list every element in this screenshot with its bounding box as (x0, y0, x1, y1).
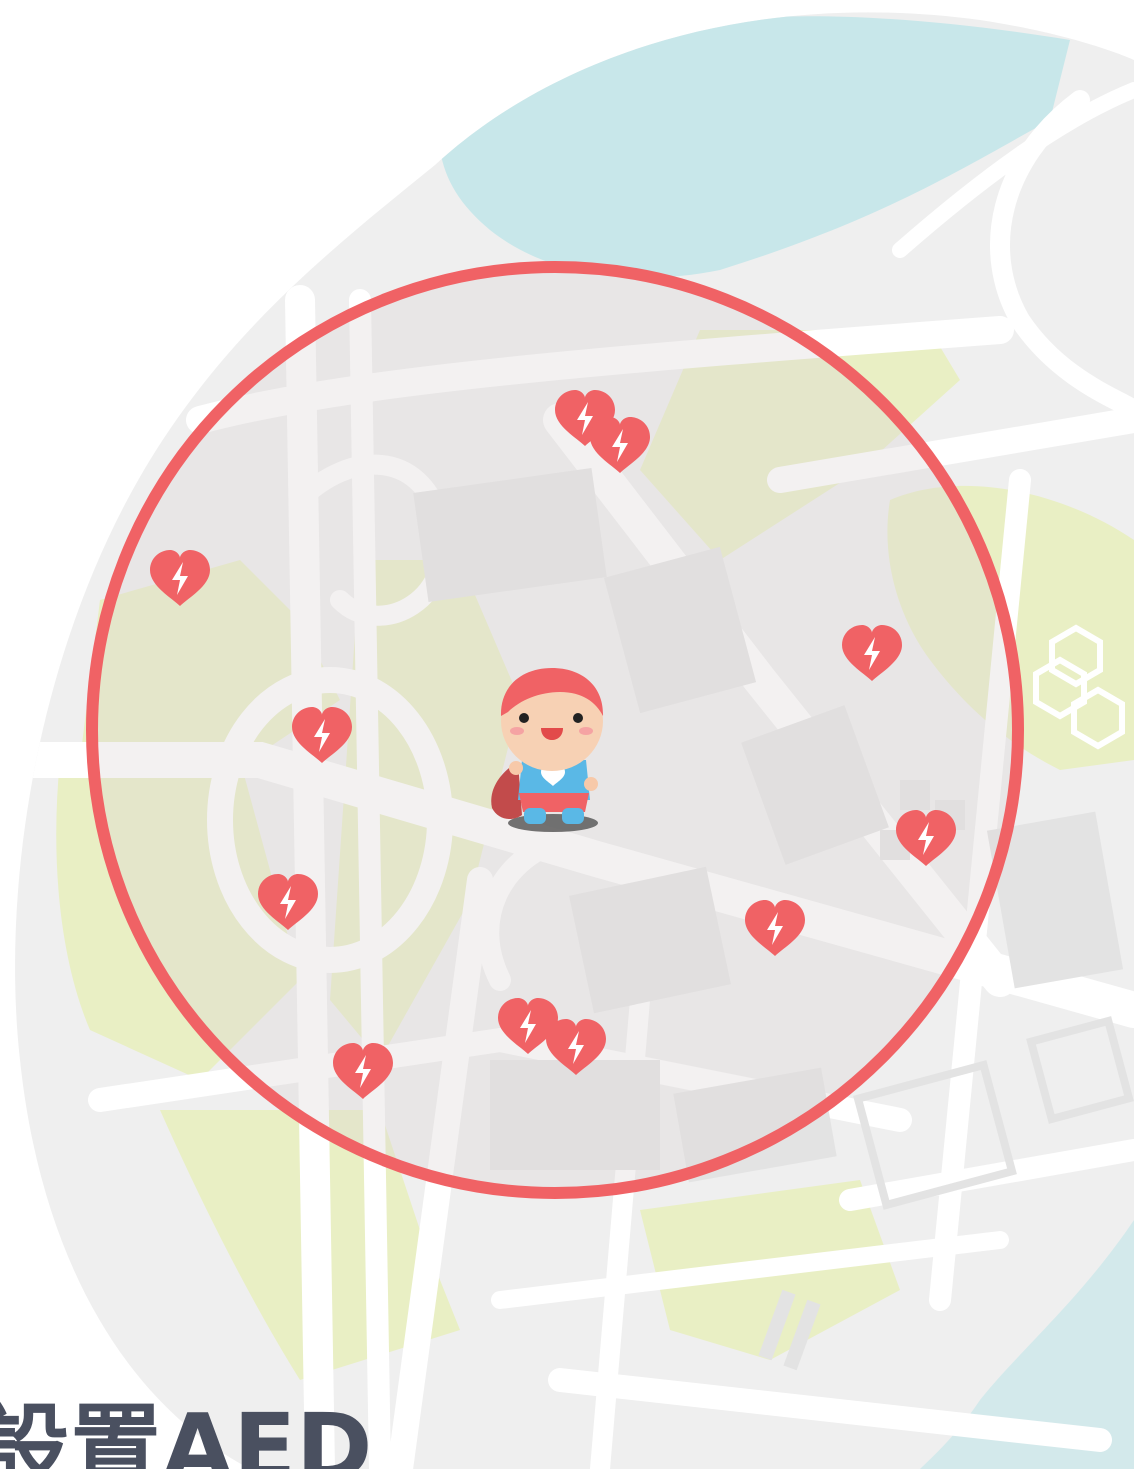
avatar-left-hand (509, 761, 523, 775)
avatar-shadow (508, 814, 598, 832)
avatar-right-hand (584, 777, 598, 791)
map-view[interactable] (0, 0, 1134, 1469)
avatar-right-eye (573, 713, 583, 723)
page-caption: 設置AED (0, 1394, 373, 1469)
aed-map-promo: 設置AED (0, 0, 1134, 1469)
avatar-right-cheek (579, 727, 593, 735)
avatar-left-cheek (510, 727, 524, 735)
avatar-left-eye (519, 713, 529, 723)
avatar-left-leg (524, 808, 546, 824)
avatar-right-leg (562, 808, 584, 824)
